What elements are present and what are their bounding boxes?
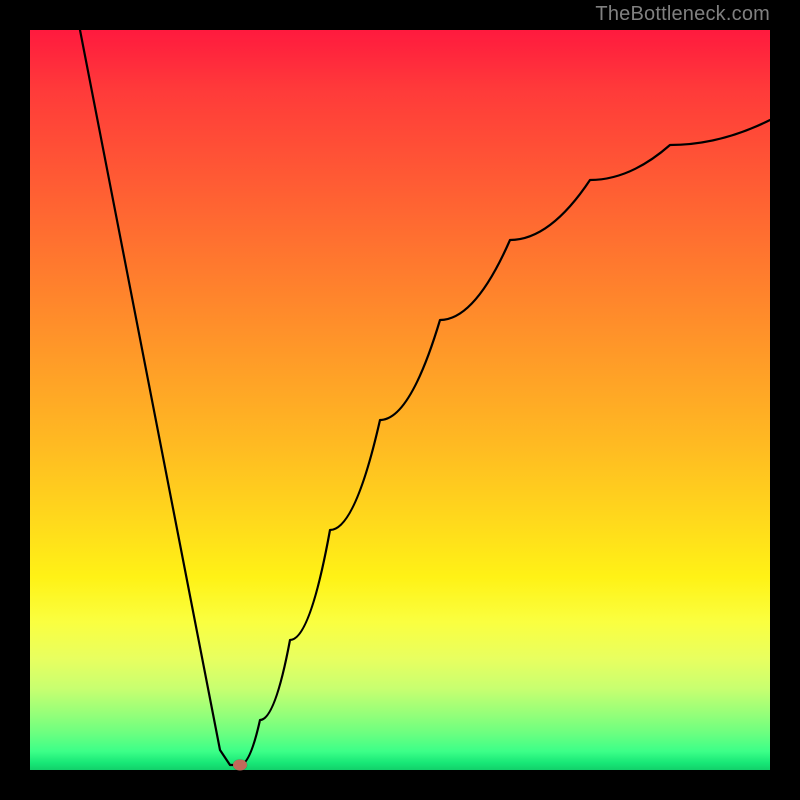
plot-area: [30, 30, 770, 770]
watermark-text: TheBottleneck.com: [595, 3, 770, 26]
curve-svg: [30, 30, 770, 770]
optimal-point-marker: [233, 760, 247, 771]
chart-frame: TheBottleneck.com: [0, 0, 800, 800]
bottleneck-curve-path: [80, 30, 770, 765]
